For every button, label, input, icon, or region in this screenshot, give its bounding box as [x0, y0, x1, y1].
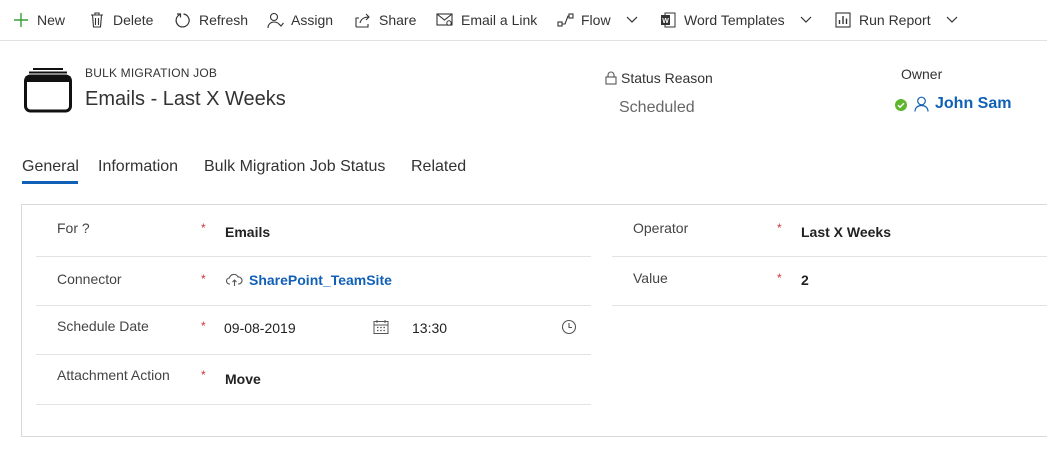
- status-reason-text: Status Reason: [621, 70, 713, 86]
- run-report-button[interactable]: Run Report: [834, 9, 958, 31]
- flow-label: Flow: [581, 12, 611, 28]
- owner-name: John Sam: [935, 95, 1012, 112]
- tab-information[interactable]: Information: [98, 158, 178, 176]
- trash-icon: [88, 11, 106, 29]
- word-icon: W: [659, 11, 677, 29]
- plus-icon: [12, 11, 30, 29]
- for-field-value[interactable]: Emails: [225, 224, 270, 240]
- status-reason-label: Status Reason: [605, 70, 713, 86]
- required-marker: *: [201, 319, 206, 333]
- share-label: Share: [379, 12, 417, 28]
- connector-field-label: Connector: [57, 271, 122, 287]
- value-field-value[interactable]: 2: [801, 272, 809, 288]
- lock-icon: [605, 71, 617, 85]
- cloud-icon: [226, 273, 243, 287]
- value-field-label: Value: [633, 270, 668, 286]
- delete-button[interactable]: Delete: [88, 9, 153, 31]
- entity-type-label: BULK MIGRATION JOB: [85, 66, 218, 80]
- flow-button[interactable]: Flow: [556, 9, 638, 31]
- row-divider: [36, 305, 591, 306]
- tab-related[interactable]: Related: [411, 158, 466, 176]
- owner-link[interactable]: John Sam: [895, 95, 1011, 113]
- run-report-label: Run Report: [859, 12, 931, 28]
- required-marker: *: [777, 221, 782, 235]
- svg-text:W: W: [662, 18, 669, 25]
- schedule-date-input[interactable]: 09-08-2019: [224, 320, 296, 336]
- command-bar: New Delete Refresh Assign Share Email a …: [0, 0, 1047, 41]
- tab-general[interactable]: General: [22, 158, 79, 176]
- refresh-button[interactable]: Refresh: [174, 9, 248, 31]
- row-divider: [36, 256, 591, 257]
- entity-icon: [24, 67, 72, 113]
- chevron-down-icon[interactable]: [626, 14, 638, 26]
- required-marker: *: [201, 272, 206, 286]
- attachment-action-field-value[interactable]: Move: [225, 371, 261, 387]
- required-marker: *: [201, 221, 206, 235]
- row-divider: [612, 305, 1047, 306]
- clock-icon[interactable]: [561, 319, 577, 335]
- operator-field-label: Operator: [633, 220, 689, 236]
- new-label: New: [37, 12, 66, 28]
- chevron-down-icon[interactable]: [946, 14, 958, 26]
- person-icon: [914, 96, 929, 112]
- owner-label: Owner: [901, 66, 943, 82]
- flow-icon: [556, 11, 574, 29]
- row-divider: [36, 404, 591, 405]
- email-link-button[interactable]: Email a Link: [436, 9, 537, 31]
- person-icon: [266, 11, 284, 29]
- email-link-icon: [436, 11, 454, 29]
- for-field-label: For ?: [57, 220, 90, 236]
- row-divider: [36, 354, 591, 355]
- refresh-icon: [174, 11, 192, 29]
- presence-available-icon: [895, 98, 907, 111]
- connector-field-value: SharePoint_TeamSite: [249, 272, 392, 288]
- assign-label: Assign: [291, 12, 334, 28]
- new-button[interactable]: New: [12, 9, 65, 31]
- email-link-label: Email a Link: [461, 12, 538, 28]
- attachment-action-field-label: Attachment Action: [57, 367, 170, 383]
- delete-label: Delete: [113, 12, 154, 28]
- required-marker: *: [201, 368, 206, 382]
- refresh-label: Refresh: [199, 12, 249, 28]
- assign-button[interactable]: Assign: [266, 9, 333, 31]
- share-icon: [354, 11, 372, 29]
- word-templates-label: Word Templates: [684, 12, 785, 28]
- chevron-down-icon[interactable]: [800, 14, 812, 26]
- tab-bulk-migration-job-status[interactable]: Bulk Migration Job Status: [204, 158, 385, 176]
- required-marker: *: [777, 271, 782, 285]
- connector-lookup-link[interactable]: SharePoint_TeamSite: [226, 272, 392, 288]
- word-templates-button[interactable]: W Word Templates: [659, 9, 812, 31]
- operator-field-value[interactable]: Last X Weeks: [801, 224, 891, 240]
- status-reason-value: Scheduled: [619, 99, 695, 116]
- tab-active-indicator: [22, 181, 78, 184]
- row-divider: [612, 256, 1047, 257]
- schedule-date-field-label: Schedule Date: [57, 318, 149, 334]
- share-button[interactable]: Share: [354, 9, 416, 31]
- schedule-time-input[interactable]: 13:30: [412, 320, 447, 336]
- calendar-icon[interactable]: [373, 319, 389, 335]
- report-icon: [834, 11, 852, 29]
- record-title: Emails - Last X Weeks: [85, 88, 286, 110]
- general-section: [21, 204, 1047, 437]
